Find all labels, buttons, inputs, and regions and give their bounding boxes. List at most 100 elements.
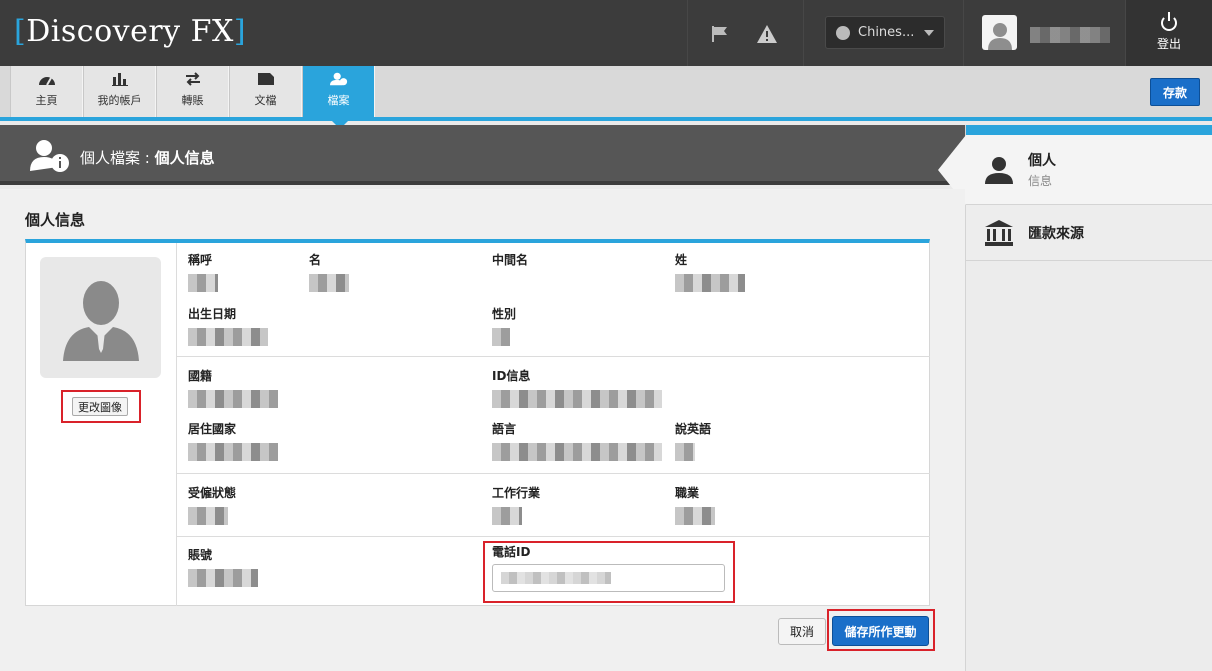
sidebar-item-sub: 信息 — [1028, 174, 1053, 188]
field-label: 受僱狀態 — [188, 486, 237, 500]
globe-icon — [836, 25, 850, 40]
field-value-redacted — [675, 274, 745, 292]
field-value-redacted — [188, 274, 218, 292]
tab-profile[interactable]: 檔案 — [302, 66, 375, 129]
folder-icon — [257, 72, 275, 86]
tab-label: 轉賬 — [181, 94, 204, 107]
highlight-phone-id — [483, 541, 735, 603]
field-first-name: 名 — [309, 251, 349, 292]
tab-documents[interactable]: 文檔 — [229, 66, 302, 117]
field-account: 賬號 — [188, 546, 258, 587]
bank-icon — [985, 219, 1013, 246]
field-label: 國籍 — [188, 369, 213, 383]
page-title-bar: 個人檔案 : 個人信息 — [0, 125, 965, 185]
field-nationality: 國籍 — [188, 367, 278, 408]
field-label: 稱呼 — [188, 253, 213, 267]
flag-icon[interactable] — [708, 22, 732, 46]
field-value-redacted — [309, 274, 349, 292]
highlight-change-image — [61, 390, 141, 423]
tab-home[interactable]: 主頁 — [10, 66, 83, 117]
field-value-redacted — [492, 390, 662, 408]
main-nav: 主頁 我的帳戶 轉賬 文檔 檔案 存款 — [0, 66, 1212, 129]
field-dob: 出生日期 — [188, 305, 268, 346]
photo-column: 更改圖像 — [26, 243, 177, 606]
field-value-redacted — [492, 443, 662, 461]
field-middle-name: 中間名 — [492, 251, 528, 268]
page-title: 個人檔案 : 個人信息 — [80, 147, 215, 168]
field-value-redacted — [492, 328, 510, 346]
section-title: 個人信息 — [25, 211, 86, 229]
field-employment: 受僱狀態 — [188, 484, 236, 525]
user-silhouette-icon — [62, 280, 139, 361]
profile-info-icon — [30, 139, 70, 172]
logo[interactable]: [Discovery FX] — [14, 14, 246, 49]
dashboard-icon — [38, 72, 56, 86]
employment-row: 受僱狀態 工作行業 職業 — [177, 474, 930, 537]
field-label: 中間名 — [492, 253, 529, 267]
deposit-button[interactable]: 存款 — [1150, 78, 1200, 106]
logo-bracket-close: ] — [233, 14, 247, 49]
warning-icon[interactable] — [755, 22, 779, 46]
transfer-icon — [184, 72, 202, 86]
field-value-redacted — [188, 507, 228, 525]
field-id-info: ID信息 — [492, 367, 662, 408]
field-occupation: 職業 — [675, 484, 715, 525]
field-value-redacted — [675, 507, 715, 525]
language-value: Chines... — [858, 25, 915, 40]
cancel-button[interactable]: 取消 — [778, 618, 826, 645]
field-language: 語言 — [492, 420, 662, 461]
field-value-redacted — [188, 443, 278, 461]
field-label: 語言 — [492, 422, 517, 436]
logout-label: 登出 — [1156, 36, 1181, 51]
tab-my-account[interactable]: 我的帳戶 — [83, 66, 156, 117]
sidebar-item-personal[interactable]: 個人 信息 — [966, 135, 1212, 205]
name-row: 稱呼 名 中間名 姓 出生日期 性別 — [177, 243, 930, 357]
identity-row: 國籍 ID信息 居住國家 語言 說英語 — [177, 357, 930, 474]
sidebar-item-label: 匯款來源 — [1028, 225, 1084, 242]
user-avatar[interactable] — [982, 15, 1017, 50]
tab-label: 文檔 — [254, 94, 277, 107]
logo-bracket-open: [ — [14, 14, 27, 49]
page-title-prefix: 個人檔案 : — [80, 149, 155, 167]
sidebar-item-funding-source[interactable]: 匯款來源 — [966, 205, 1212, 261]
field-label: 職業 — [675, 486, 700, 500]
profile-photo — [40, 257, 161, 378]
page-title-current: 個人信息 — [154, 149, 215, 167]
field-label: 姓 — [675, 253, 688, 267]
field-residence: 居住國家 — [188, 420, 278, 461]
field-value-redacted — [492, 507, 522, 525]
field-label: 居住國家 — [188, 422, 237, 436]
field-label: 賬號 — [188, 548, 213, 562]
logo-text: Discovery FX — [26, 14, 234, 49]
field-value-redacted — [188, 390, 278, 408]
field-value-redacted — [675, 443, 695, 461]
top-header: [Discovery FX] Chines... 登出 — [0, 0, 1212, 66]
user-name-redacted[interactable] — [1030, 27, 1110, 43]
tab-transfer[interactable]: 轉賬 — [156, 66, 229, 117]
field-title: 稱呼 — [188, 251, 218, 292]
profile-icon — [329, 72, 348, 86]
divider — [803, 0, 804, 66]
logout-button[interactable]: 登出 — [1125, 0, 1212, 66]
personal-info-card: 更改圖像 稱呼 名 中間名 姓 出生日期 性別 國籍 ID信息 居住國家 語言 … — [25, 239, 930, 606]
field-industry: 工作行業 — [492, 484, 540, 525]
field-value-redacted — [188, 328, 268, 346]
field-label: 性別 — [492, 307, 517, 321]
field-value-redacted — [188, 569, 258, 587]
tab-label: 我的帳戶 — [97, 94, 142, 107]
language-select[interactable]: Chines... — [825, 16, 945, 49]
field-label: 出生日期 — [188, 307, 237, 321]
tab-label: 檔案 — [327, 94, 350, 107]
sidebar-item-label: 個人 — [1028, 153, 1056, 169]
field-label: 說英語 — [675, 422, 712, 436]
field-speaks-english: 說英語 — [675, 420, 711, 461]
field-label: 工作行業 — [492, 486, 541, 500]
highlight-save — [827, 609, 935, 651]
field-last-name: 姓 — [675, 251, 745, 292]
power-icon — [1161, 11, 1177, 31]
person-icon — [985, 156, 1013, 184]
field-gender: 性別 — [492, 305, 516, 346]
field-label: ID信息 — [492, 369, 531, 383]
divider — [963, 0, 964, 66]
bar-chart-icon — [111, 72, 129, 86]
